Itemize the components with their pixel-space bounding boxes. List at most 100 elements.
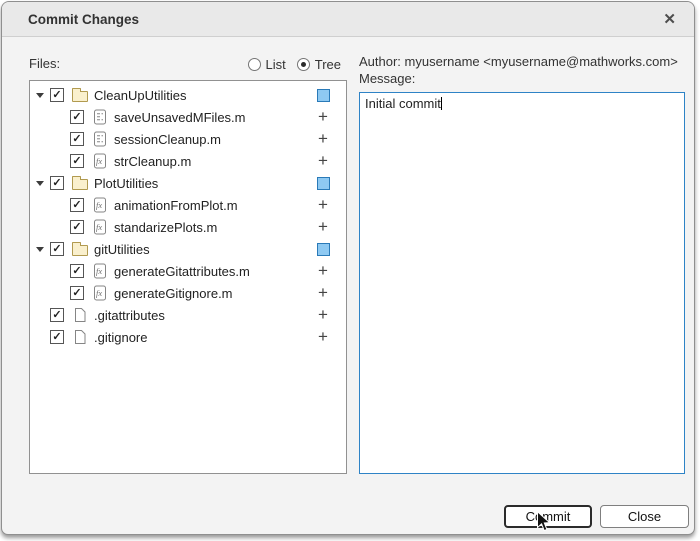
tree-radio-label[interactable]: Tree	[315, 57, 341, 72]
file-checkbox[interactable]: ✓	[70, 264, 84, 278]
tree-item-label[interactable]: PlotUtilities	[94, 176, 315, 191]
expander-collapse-icon[interactable]	[36, 181, 50, 186]
tree-radio[interactable]	[297, 58, 310, 71]
list-radio-label[interactable]: List	[266, 57, 286, 72]
plus-icon: +	[318, 130, 328, 147]
status-modified-square-icon	[315, 177, 331, 190]
status-added-plus-icon: +	[315, 264, 331, 279]
tree-row[interactable]: ✓ fx animationFromPlot.m+	[30, 194, 346, 216]
folder-icon	[71, 89, 88, 102]
file-checkbox[interactable]: ✓	[50, 330, 64, 344]
file-tree-panel: ✓CleanUpUtilities✓saveUnsavedMFiles.m+✓s…	[29, 80, 347, 474]
tree-item-label[interactable]: standarizePlots.m	[114, 220, 315, 235]
file-checkbox[interactable]: ✓	[70, 286, 84, 300]
commit-message-textarea[interactable]: Initial commit	[359, 92, 685, 474]
svg-text:fx: fx	[96, 266, 102, 276]
tree-row[interactable]: ✓ sessionCleanup.m+	[30, 128, 346, 150]
plus-icon: +	[318, 196, 328, 213]
list-radio-dot	[252, 62, 257, 67]
files-label: Files:	[29, 56, 60, 71]
tree-row[interactable]: ✓ fx standarizePlots.m+	[30, 216, 346, 238]
file-checkbox[interactable]: ✓	[70, 198, 84, 212]
list-radio[interactable]	[248, 58, 261, 71]
plus-icon: +	[318, 328, 328, 345]
folder-glyph	[72, 245, 88, 256]
plain-file-icon	[71, 329, 88, 345]
status-added-plus-icon: +	[315, 286, 331, 301]
dialog-title: Commit Changes	[28, 12, 663, 27]
commit-message-text: Initial commit	[365, 96, 441, 111]
status-added-plus-icon: +	[315, 220, 331, 235]
folder-glyph	[72, 179, 88, 190]
folder-glyph	[72, 91, 88, 102]
tree-row[interactable]: ✓ PlotUtilities	[30, 172, 346, 194]
tree-item-label[interactable]: animationFromPlot.m	[114, 198, 315, 213]
expander-collapse-icon[interactable]	[36, 247, 50, 252]
tree-row[interactable]: ✓ saveUnsavedMFiles.m+	[30, 106, 346, 128]
plus-icon: +	[318, 108, 328, 125]
tree-item-label[interactable]: gitUtilities	[94, 242, 315, 257]
tree-row[interactable]: ✓ fx generateGitignore.m+	[30, 282, 346, 304]
tree-item-label[interactable]: .gitignore	[94, 330, 315, 345]
tree-item-label[interactable]: strCleanup.m	[114, 154, 315, 169]
file-checkbox[interactable]: ✓	[70, 154, 84, 168]
tree-item-label[interactable]: saveUnsavedMFiles.m	[114, 110, 315, 125]
function-file-icon: fx	[91, 263, 108, 279]
function-file-icon: fx	[91, 153, 108, 169]
view-mode-radio-group: List Tree	[252, 57, 347, 72]
commit-button[interactable]: Commit	[504, 505, 592, 528]
plain-file-icon	[71, 307, 88, 323]
function-file-icon: fx	[91, 197, 108, 213]
title-bar: Commit Changes ✕	[2, 2, 694, 37]
tree-row[interactable]: ✓ gitUtilities	[30, 238, 346, 260]
status-added-plus-icon: +	[315, 330, 331, 345]
close-icon[interactable]: ✕	[663, 12, 676, 27]
svg-text:fx: fx	[96, 288, 102, 298]
status-added-plus-icon: +	[315, 198, 331, 213]
status-added-plus-icon: +	[315, 132, 331, 147]
blue-square-icon	[317, 89, 330, 102]
tree-row[interactable]: ✓ CleanUpUtilities	[30, 84, 346, 106]
file-checkbox[interactable]: ✓	[50, 88, 64, 102]
status-added-plus-icon: +	[315, 154, 331, 169]
author-line: Author: myusername <myusername@mathworks…	[359, 54, 678, 69]
plus-icon: +	[318, 218, 328, 235]
file-checkbox[interactable]: ✓	[70, 132, 84, 146]
plus-icon: +	[318, 284, 328, 301]
tree-item-label[interactable]: generateGitattributes.m	[114, 264, 315, 279]
tree-item-label[interactable]: generateGitignore.m	[114, 286, 315, 301]
expander-collapse-icon[interactable]	[36, 93, 50, 98]
file-checkbox[interactable]: ✓	[70, 220, 84, 234]
script-file-icon	[91, 131, 108, 147]
blue-square-icon	[317, 243, 330, 256]
triangle-down-icon	[36, 181, 44, 186]
file-checkbox[interactable]: ✓	[50, 308, 64, 322]
file-checkbox[interactable]: ✓	[50, 242, 64, 256]
status-added-plus-icon: +	[315, 308, 331, 323]
status-modified-square-icon	[315, 243, 331, 256]
status-modified-square-icon	[315, 89, 331, 102]
commit-changes-dialog: Commit Changes ✕ Files: List Tree ✓ Clean…	[1, 1, 695, 535]
file-checkbox[interactable]: ✓	[70, 110, 84, 124]
svg-text:fx: fx	[96, 222, 102, 232]
tree-row[interactable]: ✓ fx generateGitattributes.m+	[30, 260, 346, 282]
tree-item-label[interactable]: sessionCleanup.m	[114, 132, 315, 147]
tree-radio-dot	[301, 62, 306, 67]
tree-row[interactable]: ✓ .gitignore+	[30, 326, 346, 348]
svg-text:fx: fx	[96, 156, 102, 166]
text-caret	[441, 97, 442, 110]
tree-row[interactable]: ✓ fx strCleanup.m+	[30, 150, 346, 172]
status-added-plus-icon: +	[315, 110, 331, 125]
folder-icon	[71, 243, 88, 256]
function-file-icon: fx	[91, 285, 108, 301]
script-file-icon	[91, 109, 108, 125]
message-label: Message:	[359, 71, 415, 86]
file-checkbox[interactable]: ✓	[50, 176, 64, 190]
triangle-down-icon	[36, 247, 44, 252]
plus-icon: +	[318, 262, 328, 279]
tree-item-label[interactable]: .gitattributes	[94, 308, 315, 323]
tree-row[interactable]: ✓ .gitattributes+	[30, 304, 346, 326]
plus-icon: +	[318, 306, 328, 323]
tree-item-label[interactable]: CleanUpUtilities	[94, 88, 315, 103]
close-button[interactable]: Close	[600, 505, 689, 528]
